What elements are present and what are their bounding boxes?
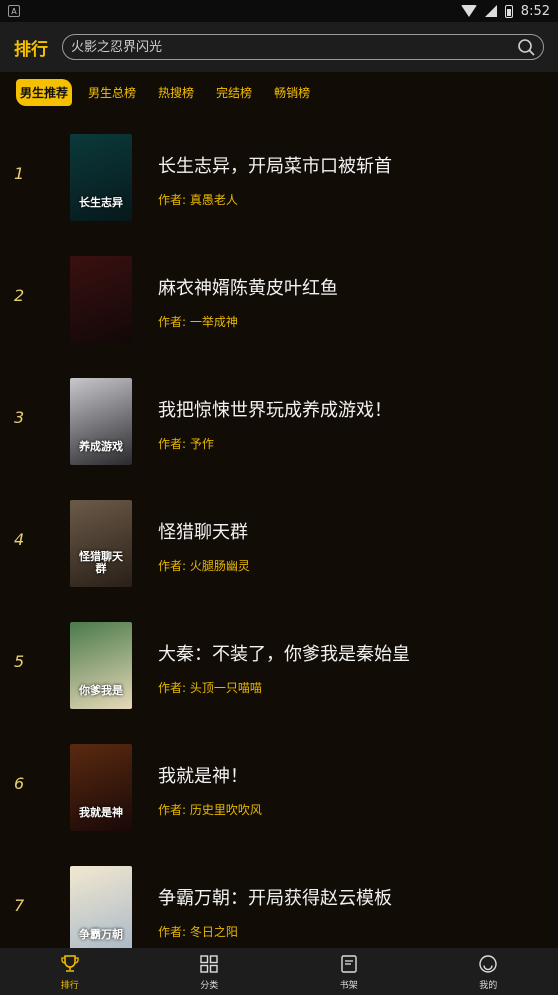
search-bar[interactable] (62, 34, 544, 60)
book-title[interactable]: 麻衣神婿陈黄皮叶红鱼 (158, 274, 338, 300)
book-row[interactable]: 4 怪猎聊天群 怪猎聊天群 作者: 火腿肠幽灵 (0, 478, 558, 600)
search-icon[interactable] (517, 38, 535, 56)
nav-category[interactable]: 分类 (140, 948, 280, 995)
bottom-nav: 排行 分类 书架 我的 (0, 948, 558, 995)
rank-number: 1 (14, 164, 25, 183)
signal-icon (484, 5, 497, 17)
cover-title: 我就是神 (79, 805, 123, 819)
nav-label: 分类 (200, 980, 219, 991)
cover-title: 怪猎聊天群 (79, 549, 123, 575)
rank-number: 4 (14, 530, 25, 549)
rank-number: 5 (14, 652, 25, 671)
book-cover[interactable] (70, 256, 132, 343)
cover-title: 你爹我是 (79, 683, 123, 697)
nav-ranking[interactable]: 排行 (0, 948, 140, 995)
nav-mine[interactable]: 我的 (419, 948, 558, 995)
book-author: 作者: 历史里吹吹风 (158, 803, 262, 817)
status-bar: A 8:52 (0, 0, 558, 22)
rank-number: 3 (14, 408, 25, 427)
book-row[interactable]: 5 你爹我是 大秦：不装了，你爹我是秦始皇作者: 头顶一只喵喵 (0, 600, 558, 722)
trophy-icon (61, 954, 79, 972)
book-cover[interactable]: 你爹我是 (70, 622, 132, 709)
book-title[interactable]: 长生志异，开局菜市口被斩首 (158, 152, 392, 178)
nav-bookshelf[interactable]: 书架 (279, 948, 419, 995)
notification-icon: A (8, 5, 20, 17)
app-screen: A 8:52 排行 男生推荐 男生总榜 热搜榜 完结榜 畅销榜 1 长生志异 长生志… (0, 0, 558, 995)
book-title[interactable]: 我就是神！ (158, 762, 248, 788)
book-author: 作者: 冬日之阳 (158, 925, 238, 939)
header: 排行 (0, 22, 558, 72)
book-row[interactable]: 2 麻衣神婿陈黄皮叶红鱼作者: 一举成神 (0, 234, 558, 356)
tab-completed[interactable]: 完结榜 (210, 80, 258, 105)
search-input[interactable] (71, 39, 517, 55)
battery-icon (504, 4, 513, 18)
book-author: 作者: 一举成神 (158, 315, 238, 329)
book-cover[interactable]: 我就是神 (70, 744, 132, 831)
cover-title: 养成游戏 (79, 439, 123, 453)
smiley-icon (479, 954, 497, 973)
book-author: 作者: 头顶一只喵喵 (158, 681, 262, 695)
tab-bestseller[interactable]: 畅销榜 (268, 80, 316, 105)
grid-icon (200, 954, 218, 973)
nav-label: 书架 (339, 980, 358, 991)
cover-title: 长生志异 (79, 195, 123, 209)
rank-number: 2 (14, 286, 25, 305)
wifi-icon (460, 5, 477, 17)
book-cover[interactable]: 养成游戏 (70, 378, 132, 465)
book-row[interactable]: 1 长生志异 长生志异，开局菜市口被斩首作者: 真愚老人 (0, 112, 558, 234)
tab-hot-search[interactable]: 热搜榜 (152, 80, 200, 105)
status-indicators: 8:52 (460, 3, 550, 19)
ranking-tabs: 男生推荐 男生总榜 热搜榜 完结榜 畅销榜 (0, 72, 558, 112)
page-title: 排行 (14, 39, 48, 60)
status-time: 8:52 (520, 3, 550, 19)
book-row[interactable]: 6 我就是神 我就是神！ 作者: 历史里吹吹风 (0, 722, 558, 844)
book-cover[interactable]: 怪猎聊天群 (70, 500, 132, 587)
book-author: 作者: 予作 (158, 437, 214, 451)
book-author: 作者: 火腿肠幽灵 (158, 559, 250, 573)
book-author: 作者: 真愚老人 (158, 193, 238, 207)
rank-number: 7 (14, 896, 25, 915)
tab-male-total[interactable]: 男生总榜 (82, 80, 142, 105)
book-title[interactable]: 我把惊悚世界玩成养成游戏！ (158, 396, 392, 422)
book-title[interactable]: 争霸万朝：开局获得赵云模板 (158, 884, 392, 910)
book-title[interactable]: 怪猎聊天群 (158, 518, 248, 544)
cover-title: 争霸万朝 (79, 927, 123, 941)
bookshelf-icon (341, 954, 357, 973)
nav-label: 我的 (479, 980, 498, 991)
book-title[interactable]: 大秦：不装了，你爹我是秦始皇 (158, 640, 410, 666)
book-row[interactable]: 3 养成游戏 我把惊悚世界玩成养成游戏！ 作者: 予作 (0, 356, 558, 478)
tab-male-recommend[interactable]: 男生推荐 (16, 78, 73, 106)
book-cover[interactable]: 争霸万朝 (70, 866, 132, 948)
book-list: 1 长生志异 长生志异，开局菜市口被斩首 作者: 真愚老人 2 麻衣神婿陈黄皮叶红鱼 作者:… (0, 112, 558, 948)
book-row[interactable]: 7 争霸万朝 争霸万朝：开局获得赵云模板作者: 冬日之阳 (0, 844, 558, 948)
rank-number: 6 (14, 774, 25, 793)
book-cover[interactable]: 长生志异 (70, 134, 132, 221)
nav-label: 排行 (60, 980, 79, 991)
